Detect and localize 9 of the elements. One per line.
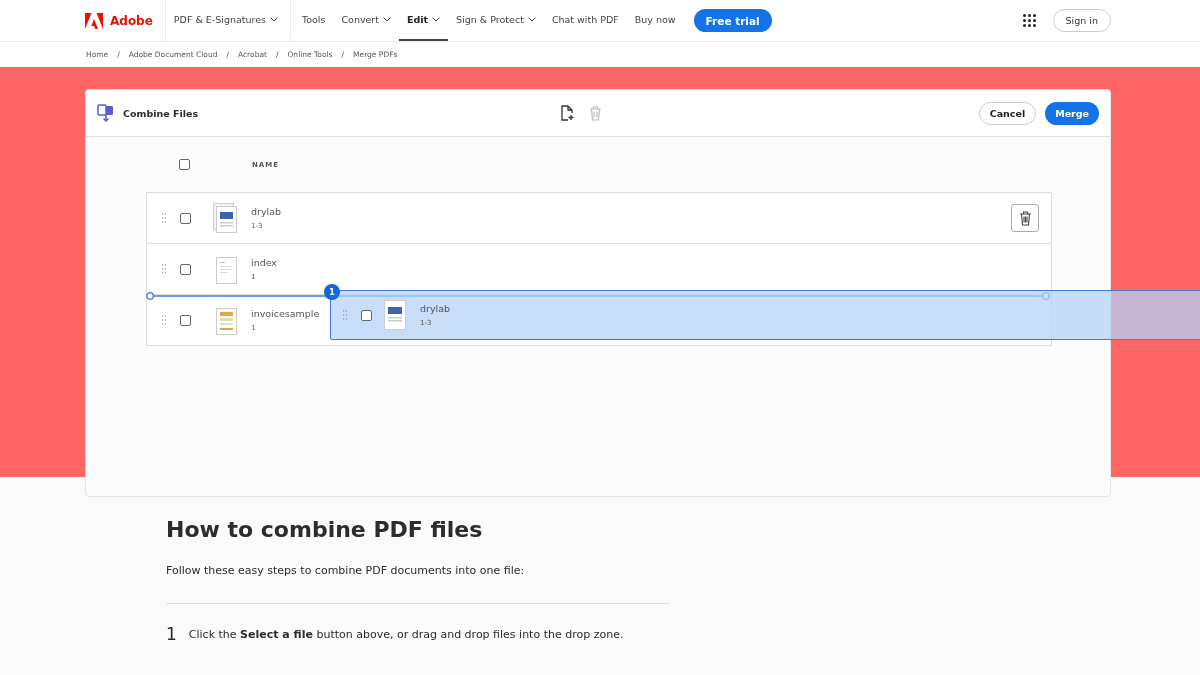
file-name: index xyxy=(251,257,277,268)
step-text: Click the Select a file button above, or drag and drop files into the drop zone. xyxy=(188,627,624,641)
section-heading: How to combine PDF files xyxy=(166,517,484,542)
intro-text: Follow these easy steps to combine PDF documents into one file: xyxy=(166,564,526,577)
file-name: drylab xyxy=(251,206,282,217)
file-name: drylab xyxy=(420,303,451,314)
panel-title: Combine Files xyxy=(123,107,199,119)
step-number: 1 xyxy=(166,624,177,644)
file-name: invoicesample xyxy=(251,308,320,319)
